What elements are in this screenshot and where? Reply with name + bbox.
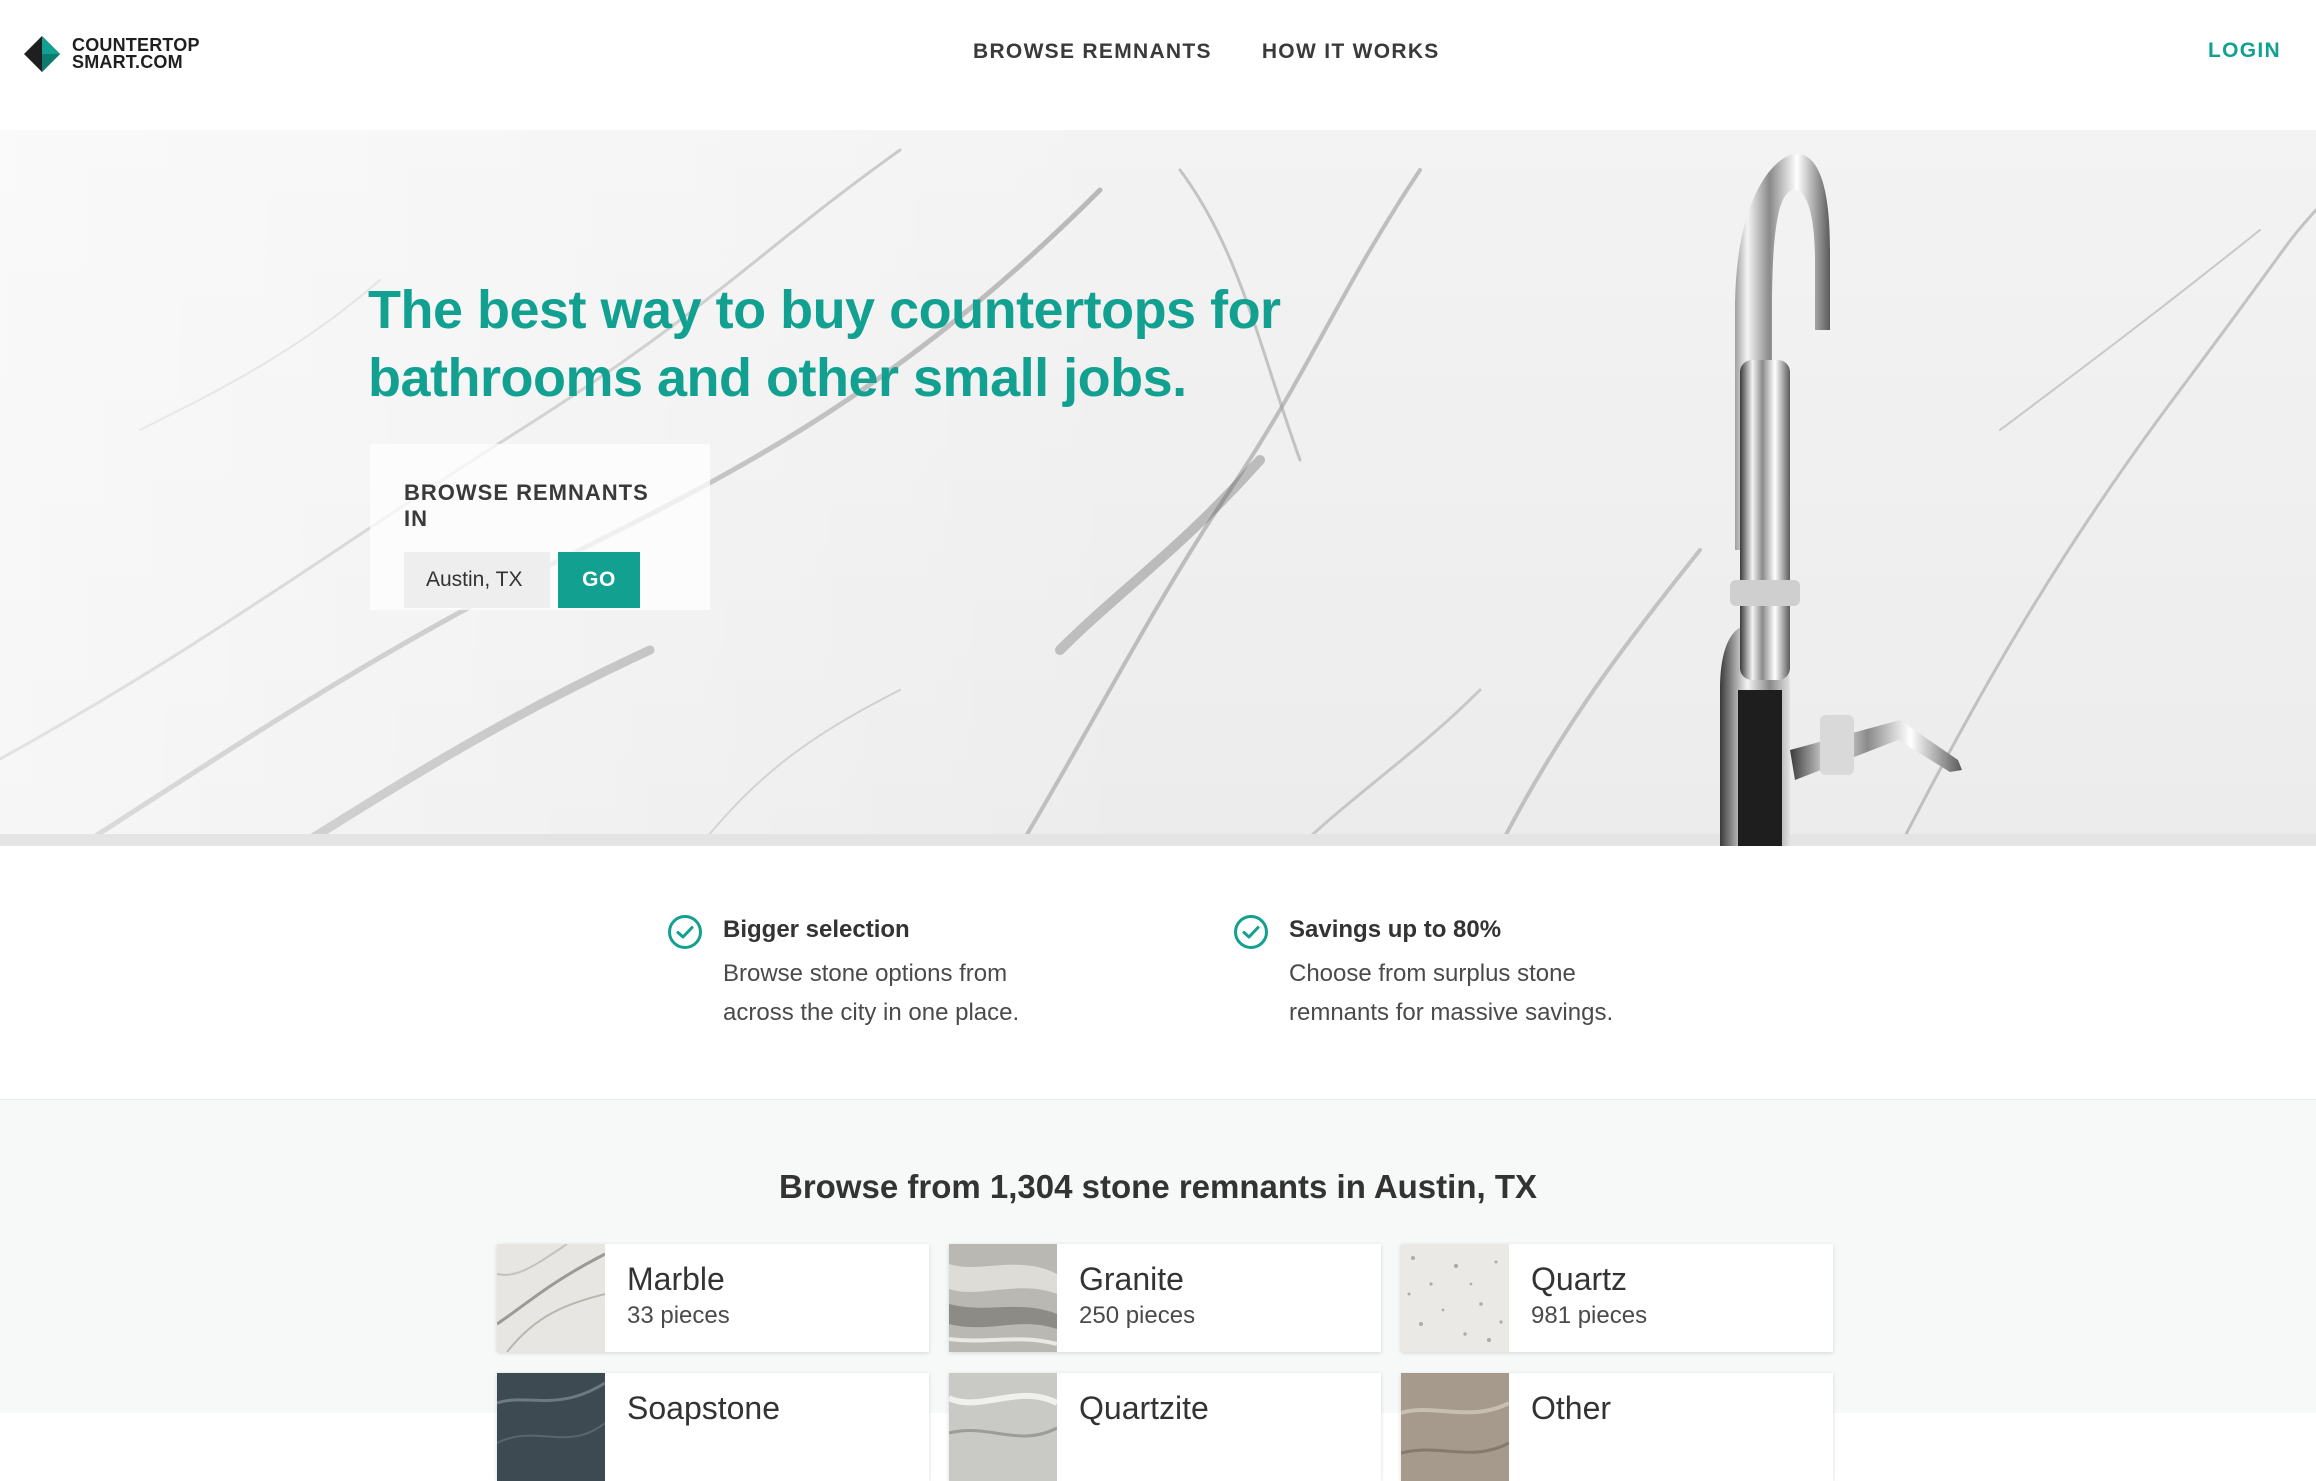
login-link[interactable]: LOGIN [2208,39,2281,63]
category-name: Marble [627,1261,725,1297]
other-stone-thumbnail [1401,1373,1509,1481]
feature-bigger-selection: Bigger selection Browse stone options fr… [667,914,1063,1032]
category-card-marble[interactable]: Marble 33 pieces [497,1244,929,1352]
categories-section: Browse from 1,304 stone remnants in Aust… [0,1100,2316,1481]
category-card-quartz[interactable]: Quartz 981 pieces [1401,1244,1833,1352]
category-card-soapstone[interactable]: Soapstone [497,1373,929,1481]
category-card-other[interactable]: Other [1401,1373,1833,1481]
marble-thumbnail [497,1244,605,1352]
card-meta: Marble 33 pieces [605,1244,752,1352]
category-name: Soapstone [627,1390,781,1426]
feature-description: Browse stone options from across the cit… [723,960,1020,1026]
heading-suffix: stone remnants in Austin, TX [1081,1168,1537,1205]
feature-savings: Savings up to 80% Choose from surplus st… [1233,914,1629,1032]
category-name: Other [1531,1390,1612,1426]
nav-how-it-works[interactable]: HOW IT WORKS [1262,40,1440,64]
category-count: 33 pieces [627,1302,730,1329]
hero-section: The best way to buy countertops for bath… [0,130,2316,846]
card-meta: Other [1509,1373,1633,1481]
card-meta: Quartz 981 pieces [1509,1244,1669,1352]
remnant-count: 1,304 [989,1168,1073,1205]
site-header: COUNTERTOP SMART.COM BROWSE REMNANTS HOW… [0,0,2316,130]
check-circle-icon [1234,915,1268,949]
logo-wordmark: COUNTERTOP SMART.COM [72,36,200,72]
feature-title: Savings up to 80% [1289,916,1502,943]
location-input[interactable] [404,552,550,608]
quartzite-thumbnail [949,1373,1057,1481]
quartz-thumbnail [1401,1244,1509,1352]
category-name: Granite [1079,1261,1184,1297]
category-card-quartzite[interactable]: Quartzite [949,1373,1381,1481]
feature-title: Bigger selection [723,916,910,943]
category-count: 981 pieces [1531,1302,1648,1329]
category-name: Quartzite [1079,1390,1209,1426]
feature-text: Savings up to 80% Choose from surplus st… [1289,914,1629,1032]
categories-heading: Browse from 1,304 stone remnants in Aust… [0,1168,2316,1206]
browse-row: GO [404,552,676,608]
feature-description: Choose from surplus stone remnants for m… [1289,960,1614,1026]
site-logo[interactable]: COUNTERTOP SMART.COM [22,34,200,74]
marble-faucet-background [0,130,2316,846]
card-meta: Soapstone [605,1373,802,1481]
nav-browse-remnants[interactable]: BROWSE REMNANTS [973,40,1212,64]
category-name: Quartz [1531,1261,1628,1297]
logo-line-2: SMART.COM [72,52,183,72]
features-section: Bigger selection Browse stone options fr… [0,846,2316,1100]
category-count: 250 pieces [1079,1302,1196,1329]
heading-prefix: Browse from [779,1168,981,1205]
category-card-granite[interactable]: Granite 250 pieces [949,1244,1381,1352]
hero-headline: The best way to buy countertops for bath… [368,280,1281,408]
card-meta: Granite 250 pieces [1057,1244,1217,1352]
browse-label: BROWSE REMNANTS IN [404,480,649,531]
soapstone-thumbnail [497,1373,605,1481]
go-button[interactable]: GO [558,552,640,608]
granite-thumbnail [949,1244,1057,1352]
card-meta: Quartzite [1057,1373,1231,1481]
main-nav: BROWSE REMNANTS HOW IT WORKS [973,40,1440,64]
logo-diamond-icon [24,36,60,72]
browse-location-form: BROWSE REMNANTS IN GO [370,444,710,610]
check-circle-icon [668,915,702,949]
feature-text: Bigger selection Browse stone options fr… [723,914,1063,1032]
